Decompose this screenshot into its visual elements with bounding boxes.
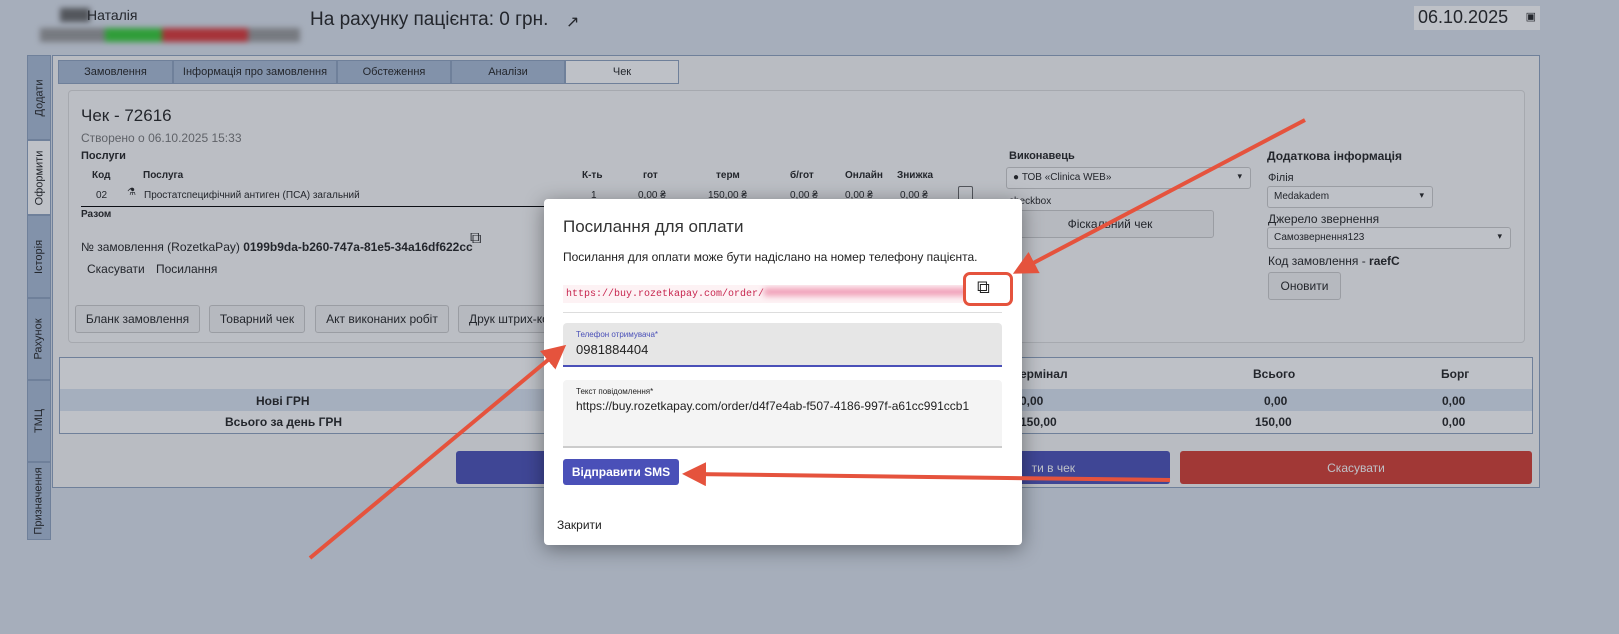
annotation-arrows bbox=[308, 118, 1306, 560]
arrow-to-copy bbox=[1012, 118, 1306, 274]
arrow-to-send bbox=[682, 462, 1171, 487]
arrow-to-phone bbox=[308, 344, 567, 560]
